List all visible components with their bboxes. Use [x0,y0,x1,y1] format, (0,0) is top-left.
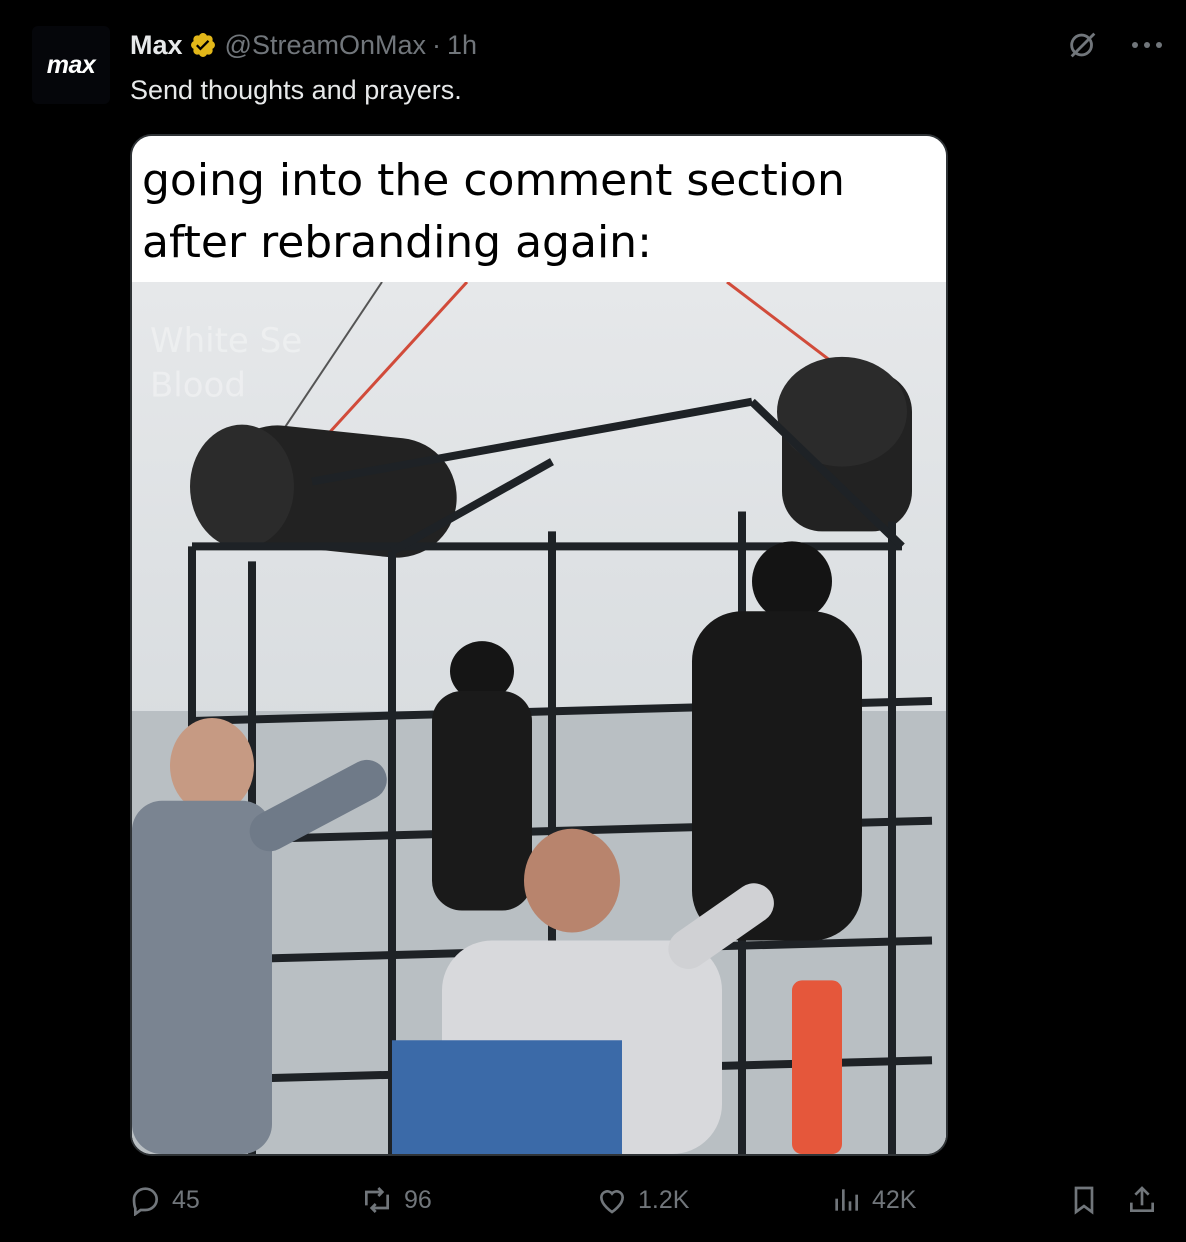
repost-count: 96 [404,1185,432,1214]
views-button[interactable]: 42K [830,1184,916,1216]
repost-icon [365,1187,389,1213]
like-count: 1.2K [638,1185,690,1214]
bookmark-icon [1074,1186,1094,1215]
tweet-top-actions [1066,28,1164,62]
tweet-media-image[interactable]: going into the comment section after reb… [130,134,948,1156]
avatar[interactable]: max [32,26,110,104]
avatar-logo-text: max [46,50,96,79]
verified-badge-icon[interactable] [189,31,217,59]
reply-button[interactable]: 45 [130,1184,200,1216]
grok-icon[interactable] [1066,28,1100,62]
handle[interactable]: @StreamOnMax [225,28,426,62]
reply-count: 45 [172,1185,200,1214]
meme-caption-line-2: after rebranding again: [142,217,652,268]
bookmark-button[interactable] [1068,1184,1110,1216]
display-name[interactable]: Max [130,28,183,62]
repost-button[interactable]: 96 [360,1184,432,1216]
more-icon[interactable] [1130,40,1164,50]
meme-caption: going into the comment section after reb… [132,136,946,282]
share-button[interactable] [1126,1184,1168,1216]
reply-icon [132,1187,159,1216]
views-icon [835,1189,858,1211]
meme-caption-line-1: going into the comment section [142,155,845,206]
views-count: 42K [872,1185,917,1214]
separator-dot: · [432,30,441,60]
shark-cage-photo: White Se Blood [132,282,946,1154]
tweet-actions: 45 96 1.2K 42K [130,1172,1166,1228]
timestamp[interactable]: 1h [447,28,477,62]
tweet: max Max @StreamOnMax · 1h Send thoughts … [0,0,1186,1242]
watermark-line-1: White Se [150,321,302,361]
tweet-header: Max @StreamOnMax · 1h [130,28,477,62]
like-button[interactable]: 1.2K [596,1184,689,1216]
watermark-line-2: Blood [150,366,246,406]
tweet-text: Send thoughts and prayers. [130,75,462,105]
like-icon [599,1190,625,1214]
share-icon [1130,1186,1154,1212]
